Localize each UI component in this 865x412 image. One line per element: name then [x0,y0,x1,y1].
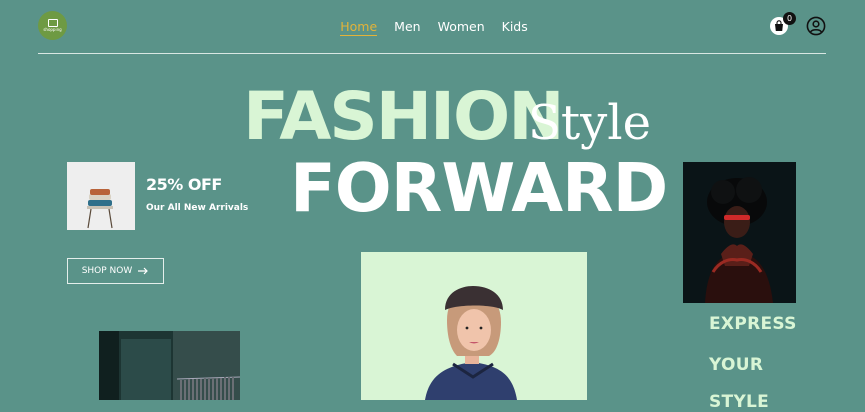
side-text-express: EXPRESS [709,314,797,334]
hero-title-fashion: FASHION [243,78,565,155]
offer-product-image[interactable] [67,162,135,230]
user-circle-icon [806,16,826,36]
main-nav: Home Men Women Kids [0,19,865,36]
store-interior-image[interactable] [99,331,240,400]
user-account-button[interactable] [806,16,826,36]
side-text-style: STYLE [709,392,770,412]
model-portrait-image[interactable] [683,162,796,303]
offer-subtitle: Our All New Arrivals [146,203,249,213]
nav-men-link[interactable]: Men [394,19,420,36]
shop-now-label: SHOP NOW [81,266,133,276]
nav-women-link[interactable]: Women [438,19,485,36]
featured-model-image[interactable] [361,252,587,400]
cart-count-badge: 0 [783,12,796,25]
nav-home-link[interactable]: Home [340,19,378,36]
hero-title-style: Style [528,95,652,151]
nav-kids-link[interactable]: Kids [502,19,528,36]
offer-title: 25% OFF [146,175,222,194]
header-divider [38,53,826,54]
shop-now-button[interactable]: SHOP NOW [67,258,164,284]
side-text-your: YOUR [709,355,764,375]
hero-title-forward: FORWARD [290,149,668,227]
arrow-right-icon [138,267,149,275]
